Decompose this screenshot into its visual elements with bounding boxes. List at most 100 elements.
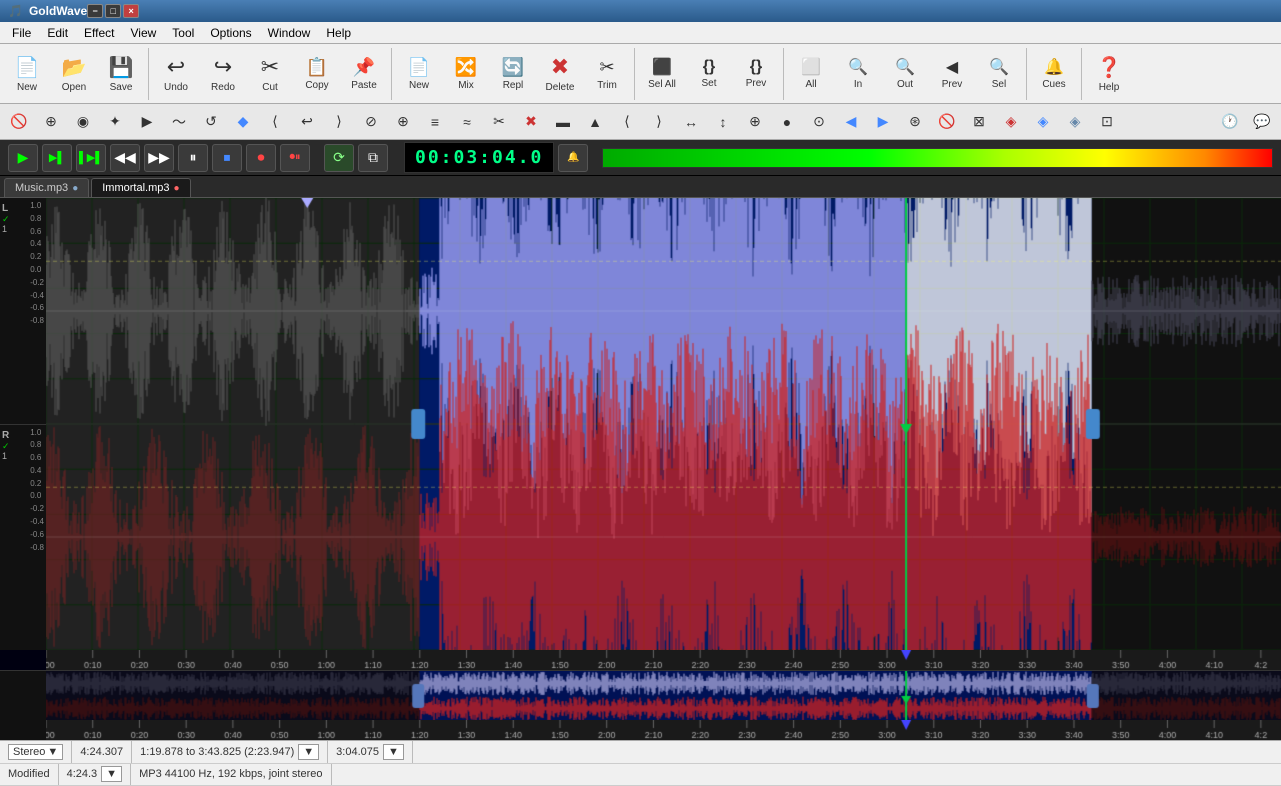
tb2-btn12[interactable]: ⊘ bbox=[356, 108, 386, 136]
zoomout-button[interactable]: 🔍 Out bbox=[882, 48, 928, 100]
set-button[interactable]: {} Set bbox=[686, 48, 732, 100]
tb2-btn34[interactable]: ◈ bbox=[1060, 108, 1090, 136]
playhead-dropdown[interactable]: ▼ bbox=[383, 744, 404, 760]
waveform-display[interactable]: L ✓ 1 1.00.80.60.40.20.0-0.2-0.4-0.6-0.8… bbox=[0, 198, 1281, 670]
tab-immortal-close[interactable]: ● bbox=[173, 183, 179, 194]
menu-effect[interactable]: Effect bbox=[76, 24, 122, 42]
tb2-btn2[interactable]: ⊕ bbox=[36, 108, 66, 136]
record-button[interactable]: ⏺ bbox=[246, 144, 276, 172]
delete-button[interactable]: ✖ Delete bbox=[537, 48, 583, 100]
stop-button[interactable]: ⏹ bbox=[212, 144, 242, 172]
close-button[interactable]: × bbox=[123, 4, 139, 18]
redo-button[interactable]: ↪ Redo bbox=[200, 48, 246, 100]
waveform-canvas[interactable] bbox=[46, 198, 1281, 650]
tb2-btn24[interactable]: ⊕ bbox=[740, 108, 770, 136]
tab-immortal[interactable]: Immortal.mp3 ● bbox=[91, 178, 190, 197]
tb2-btn23[interactable]: ↕ bbox=[708, 108, 738, 136]
repl-button[interactable]: 🔄 Repl bbox=[490, 48, 536, 100]
tb2-btn20[interactable]: ⟨ bbox=[612, 108, 642, 136]
pause-button[interactable]: ⏸ bbox=[178, 144, 208, 172]
menu-edit[interactable]: Edit bbox=[39, 24, 76, 42]
loop-button[interactable]: ⟳ bbox=[324, 144, 354, 172]
menu-tool[interactable]: Tool bbox=[164, 24, 202, 42]
tb2-btn10[interactable]: ↩ bbox=[292, 108, 322, 136]
new-button[interactable]: 📄 New bbox=[4, 48, 50, 100]
tb2-btn32[interactable]: ◈ bbox=[996, 108, 1026, 136]
window-button[interactable]: ⧉ bbox=[358, 144, 388, 172]
tb2-btn9[interactable]: ⟨ bbox=[260, 108, 290, 136]
trim-button[interactable]: ✂ Trim bbox=[584, 48, 630, 100]
tb2-btn16[interactable]: ✂ bbox=[484, 108, 514, 136]
tb2-btn31[interactable]: ⊠ bbox=[964, 108, 994, 136]
cut-button[interactable]: ✂ Cut bbox=[247, 48, 293, 100]
tb2-btn3[interactable]: ◉ bbox=[68, 108, 98, 136]
zoomin-button[interactable]: 🔍 In bbox=[835, 48, 881, 100]
play-button[interactable]: ▶ bbox=[8, 144, 38, 172]
menu-view[interactable]: View bbox=[123, 24, 165, 42]
menu-file[interactable]: File bbox=[4, 24, 39, 42]
status-row1: Stereo ▼ 4:24.307 1:19.878 to 3:43.825 (… bbox=[0, 741, 1281, 764]
tb2-btn22[interactable]: ↔ bbox=[676, 108, 706, 136]
prev3-icon: ◀ bbox=[946, 57, 958, 77]
time-format-button[interactable]: 🔔 bbox=[558, 144, 588, 172]
play-match-button[interactable]: ▌▶▌ bbox=[76, 144, 106, 172]
undo-button[interactable]: ↩ Undo bbox=[153, 48, 199, 100]
prev3-button[interactable]: ◀ Prev bbox=[929, 48, 975, 100]
overview-strip[interactable] bbox=[0, 670, 1281, 740]
tb2-btn26[interactable]: ⊙ bbox=[804, 108, 834, 136]
save-button[interactable]: 💾 Save bbox=[98, 48, 144, 100]
delete-icon: ✖ bbox=[551, 54, 569, 80]
tb2-btn21[interactable]: ⟩ bbox=[644, 108, 674, 136]
tb2-clock-btn[interactable]: 🕐 bbox=[1215, 108, 1245, 136]
tb2-btn8[interactable]: ◆ bbox=[228, 108, 258, 136]
selection-dropdown[interactable]: ▼ bbox=[298, 744, 319, 760]
minimize-button[interactable]: − bbox=[87, 4, 103, 18]
app-icon: 🎵 bbox=[8, 4, 23, 18]
record-pause-button[interactable]: ⏺⏸ bbox=[280, 144, 310, 172]
sel2-button[interactable]: 🔍 Sel bbox=[976, 48, 1022, 100]
tb2-btn7[interactable]: ↺ bbox=[196, 108, 226, 136]
tb2-btn18[interactable]: ▬ bbox=[548, 108, 578, 136]
tb2-btn15[interactable]: ≈ bbox=[452, 108, 482, 136]
tb2-btn35[interactable]: ⊡ bbox=[1092, 108, 1122, 136]
tb2-btn6[interactable]: 〜 bbox=[164, 108, 194, 136]
rewind-button[interactable]: ◀◀ bbox=[110, 144, 140, 172]
play-selection-button[interactable]: ▶▌ bbox=[42, 144, 72, 172]
paste-button[interactable]: 📌 Paste bbox=[341, 48, 387, 100]
tb2-btn5[interactable]: ▶ bbox=[132, 108, 162, 136]
tb2-btn30[interactable]: 🚫 bbox=[932, 108, 962, 136]
menu-help[interactable]: Help bbox=[318, 24, 359, 42]
help-button[interactable]: ❓ Help bbox=[1086, 48, 1132, 100]
tab-music[interactable]: Music.mp3 ● bbox=[4, 178, 89, 197]
tb2-stop-btn[interactable]: 🚫 bbox=[4, 108, 34, 136]
tb2-btn14[interactable]: ≡ bbox=[420, 108, 450, 136]
forward-button[interactable]: ▶▶ bbox=[144, 144, 174, 172]
tb2-btn19[interactable]: ▲ bbox=[580, 108, 610, 136]
mix-button[interactable]: 🔀 Mix bbox=[443, 48, 489, 100]
tb2-btn33[interactable]: ◈ bbox=[1028, 108, 1058, 136]
tab-music-close[interactable]: ● bbox=[72, 183, 78, 194]
copy-button[interactable]: 📋 Copy bbox=[294, 48, 340, 100]
new2-button[interactable]: 📄 New bbox=[396, 48, 442, 100]
open-button[interactable]: 📂 Open bbox=[51, 48, 97, 100]
tb2-btn25[interactable]: ● bbox=[772, 108, 802, 136]
menu-window[interactable]: Window bbox=[260, 24, 319, 42]
tb2-btn4[interactable]: ✦ bbox=[100, 108, 130, 136]
tb2-btn17[interactable]: ✖ bbox=[516, 108, 546, 136]
prev-button[interactable]: {} Prev bbox=[733, 48, 779, 100]
menu-options[interactable]: Options bbox=[202, 24, 259, 42]
tb2-btn11[interactable]: ⟩ bbox=[324, 108, 354, 136]
cues-button[interactable]: 🔔 Cues bbox=[1031, 48, 1077, 100]
maximize-button[interactable]: □ bbox=[105, 4, 121, 18]
selall-button[interactable]: ⬛ Sel All bbox=[639, 48, 685, 100]
tb2-btn27[interactable]: ◀ bbox=[836, 108, 866, 136]
stereo-dropdown[interactable]: Stereo ▼ bbox=[8, 744, 63, 760]
zoom-dropdown[interactable]: ▼ bbox=[101, 766, 122, 782]
tb2-btn28[interactable]: ▶ bbox=[868, 108, 898, 136]
tb2-msg-btn[interactable]: 💬 bbox=[1247, 108, 1277, 136]
tb2-btn13[interactable]: ⊕ bbox=[388, 108, 418, 136]
stereo-label: Stereo bbox=[13, 746, 45, 758]
repl-icon: 🔄 bbox=[502, 57, 524, 78]
tb2-btn29[interactable]: ⊛ bbox=[900, 108, 930, 136]
all-button[interactable]: ⬜ All bbox=[788, 48, 834, 100]
